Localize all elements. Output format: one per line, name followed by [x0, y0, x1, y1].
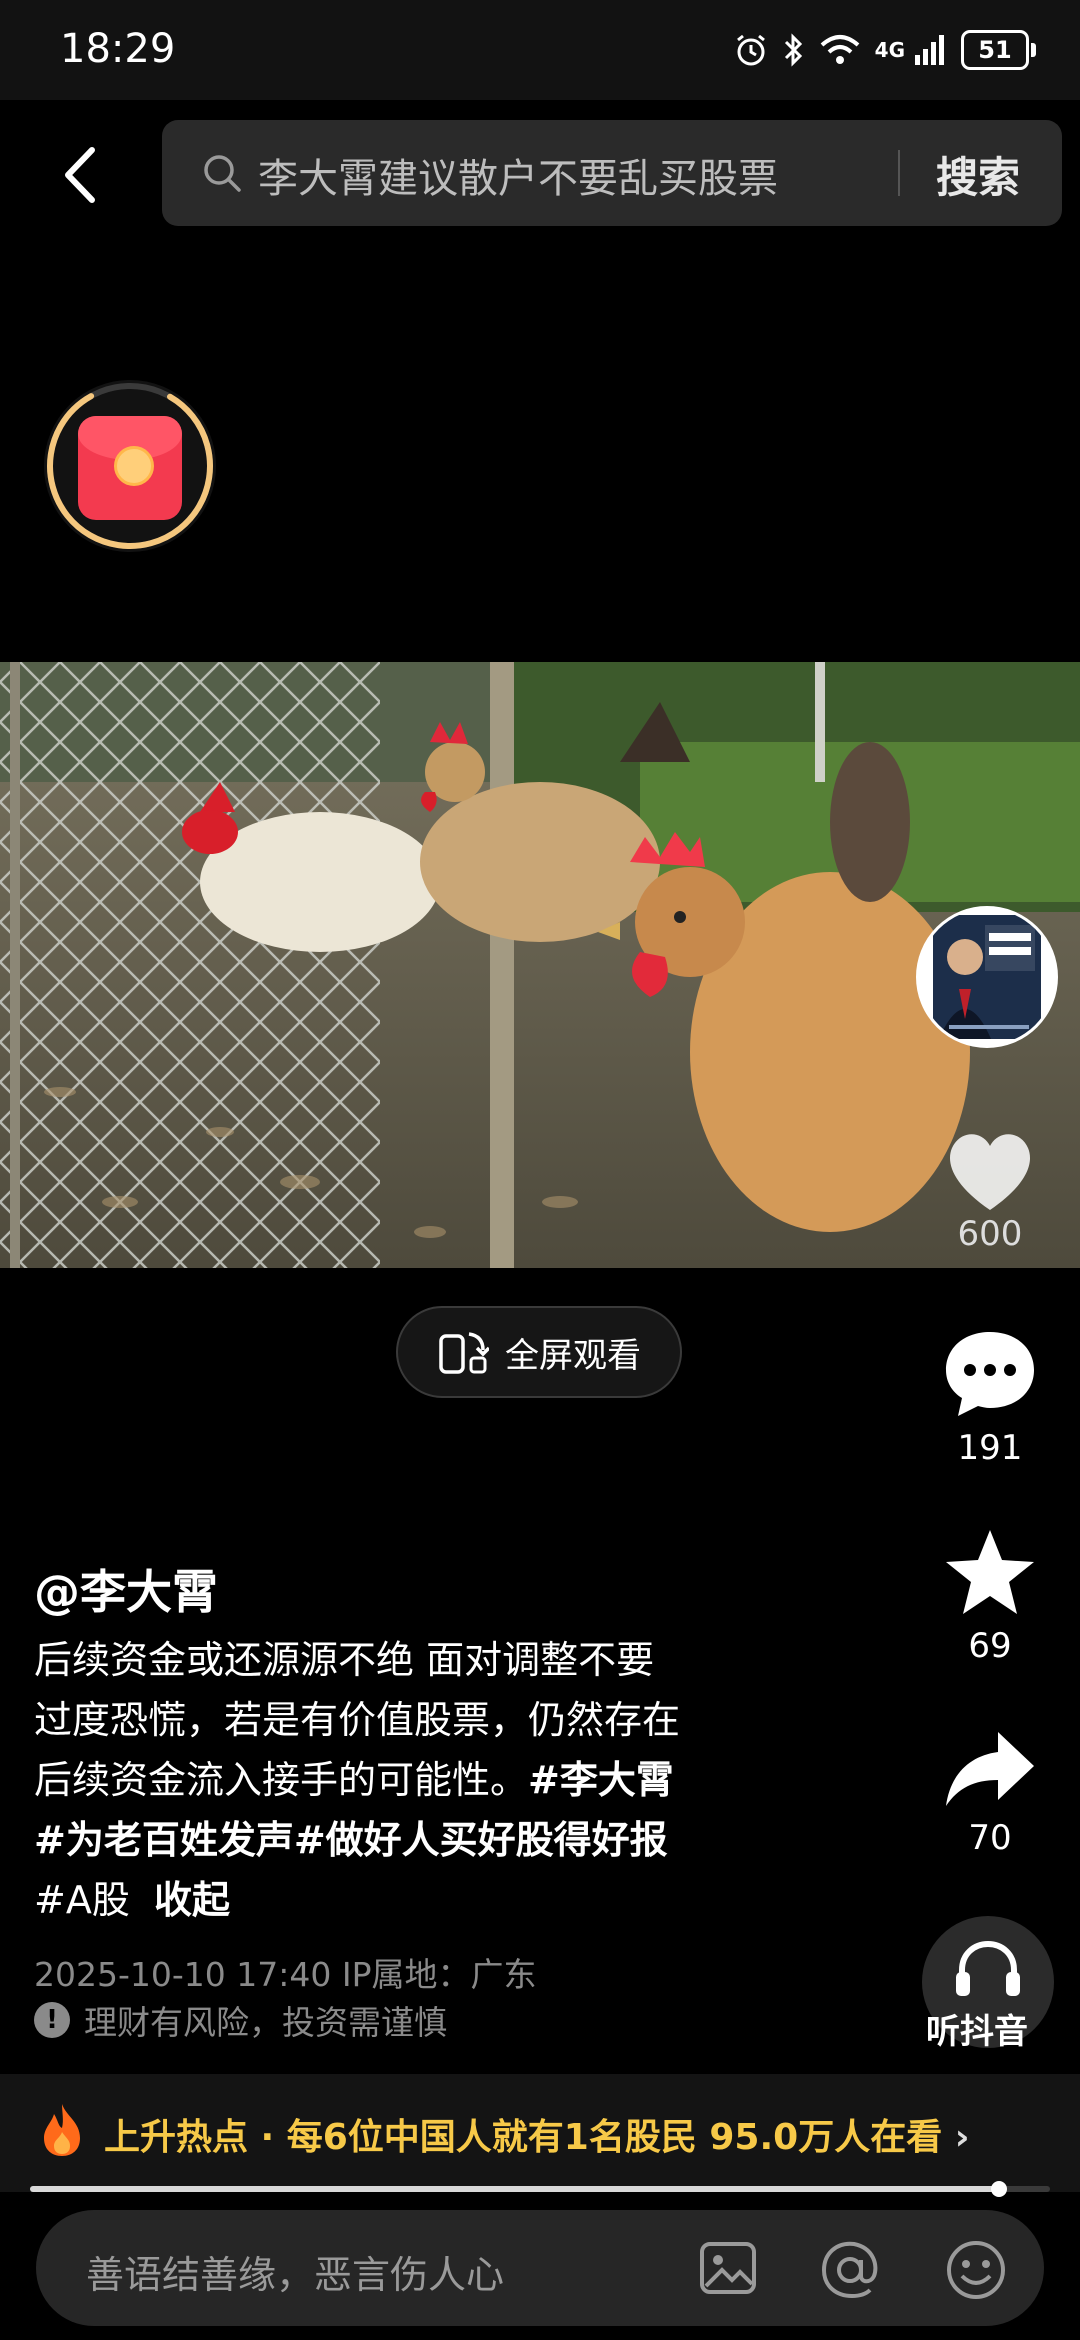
image-icon[interactable] [698, 2240, 758, 2296]
post-meta: 2025-10-10 17:40 IP属地：广东 [34, 1955, 537, 1994]
warning-icon: ! [34, 2002, 70, 2038]
red-packet-coin [114, 446, 154, 486]
hot-topic-bar[interactable]: 上升热点 · 每6位中国人就有1名股民 95.0万人在看 › [0, 2074, 1080, 2192]
search-button[interactable]: 搜索 [936, 144, 1020, 205]
comment-action[interactable]: 191 [930, 1326, 1050, 1468]
search-icon [204, 155, 241, 192]
rotate-phone-icon [439, 1332, 489, 1374]
search-input[interactable]: 李大霄建议散户不要乱买股票 [258, 146, 778, 204]
signal-icon [915, 35, 944, 65]
video-progress-fill [30, 2186, 999, 2192]
risk-warning: ! 理财有风险，投资需谨慎 [34, 1996, 447, 2044]
network-type: 4G [874, 38, 905, 62]
hot-topic-text: 上升热点 · 每6位中国人就有1名股民 95.0万人在看 › [104, 2108, 970, 2160]
hot-topic-label: 上升热点 · 每6位中国人就有1名股民 95.0万人在看 [104, 2117, 943, 2158]
hashtag-link[interactable]: #李大霄 [528, 1758, 674, 1802]
back-icon[interactable] [52, 140, 112, 210]
caption-line-5: #A股 收起 [34, 1870, 834, 1930]
battery-icon: 51 [961, 30, 1029, 70]
mention-icon[interactable] [818, 2238, 882, 2302]
star-icon [946, 1530, 1034, 1614]
battery-tip [1031, 43, 1036, 57]
video-progress-bar[interactable] [30, 2181, 1050, 2197]
fullscreen-label: 全屏观看 [505, 1335, 641, 1376]
battery-level: 51 [978, 36, 1012, 64]
like-count: 600 [957, 1214, 1023, 1254]
video-progress-handle[interactable] [991, 2181, 1007, 2197]
red-packet-button[interactable] [44, 380, 216, 552]
chevron-right-icon: › [954, 2117, 970, 2158]
hashtag-link[interactable]: #为老百姓发声 [34, 1818, 294, 1862]
share-action[interactable]: 70 [930, 1728, 1050, 1858]
comment-icon [946, 1332, 1034, 1416]
emoji-icon[interactable] [944, 2238, 1008, 2302]
caption-line-4: #为老百姓发声#做好人买好股得好报 [34, 1810, 834, 1870]
status-icons: 4G 51 [733, 28, 1036, 72]
caption-line-3: 后续资金流入接手的可能性。#李大霄 [34, 1750, 834, 1810]
headphones-icon [956, 1940, 1020, 1996]
caption-line-1: 后续资金或还源源不绝 面对调整不要 [34, 1638, 655, 1682]
status-bar: 18:29 4G 51 [0, 0, 1080, 100]
comment-input-bar[interactable]: 善语结善缘，恶言伤人心 [36, 2210, 1044, 2326]
share-count: 70 [968, 1818, 1012, 1858]
collapse-button[interactable]: 收起 [154, 1878, 230, 1922]
author-avatar[interactable] [916, 906, 1058, 1048]
post-caption: 后续资金或还源源不绝 面对调整不要 过度恐慌，若是有价值股票，仍然存在 后续资金… [34, 1630, 834, 1930]
alarm-icon [736, 34, 765, 66]
fire-icon [44, 2104, 80, 2156]
hashtag-link[interactable]: #做好人买好股得好报 [294, 1818, 668, 1862]
search-bar[interactable]: 李大霄建议散户不要乱买股票 搜索 [162, 120, 1062, 226]
caption-line-2: 过度恐慌，若是有价值股票，仍然存在 [34, 1698, 681, 1742]
book-cover-image [933, 915, 1041, 1039]
heart-icon [949, 1134, 1031, 1210]
author-name[interactable]: @李大霄 [34, 1556, 218, 1622]
bluetooth-icon [784, 33, 802, 67]
listen-label: 听抖音 [926, 2012, 1028, 2052]
wifi-icon [820, 35, 859, 64]
status-time: 18:29 [60, 26, 176, 72]
comment-input[interactable]: 善语结善缘，恶言伤人心 [86, 2244, 504, 2299]
favorite-action[interactable]: 69 [930, 1526, 1050, 1666]
risk-warning-text: 理财有风险，投资需谨慎 [84, 2003, 447, 2042]
red-packet-icon [78, 416, 182, 520]
like-action[interactable]: 600 [930, 1126, 1050, 1254]
hashtag-link[interactable]: #A股 [34, 1878, 130, 1922]
fullscreen-button[interactable]: 全屏观看 [396, 1306, 682, 1398]
search-divider [898, 150, 900, 196]
caption-line-3-text: 后续资金流入接手的可能性。 [34, 1758, 529, 1802]
favorite-count: 69 [968, 1626, 1012, 1666]
share-icon [946, 1732, 1034, 1806]
comment-count: 191 [957, 1428, 1023, 1468]
